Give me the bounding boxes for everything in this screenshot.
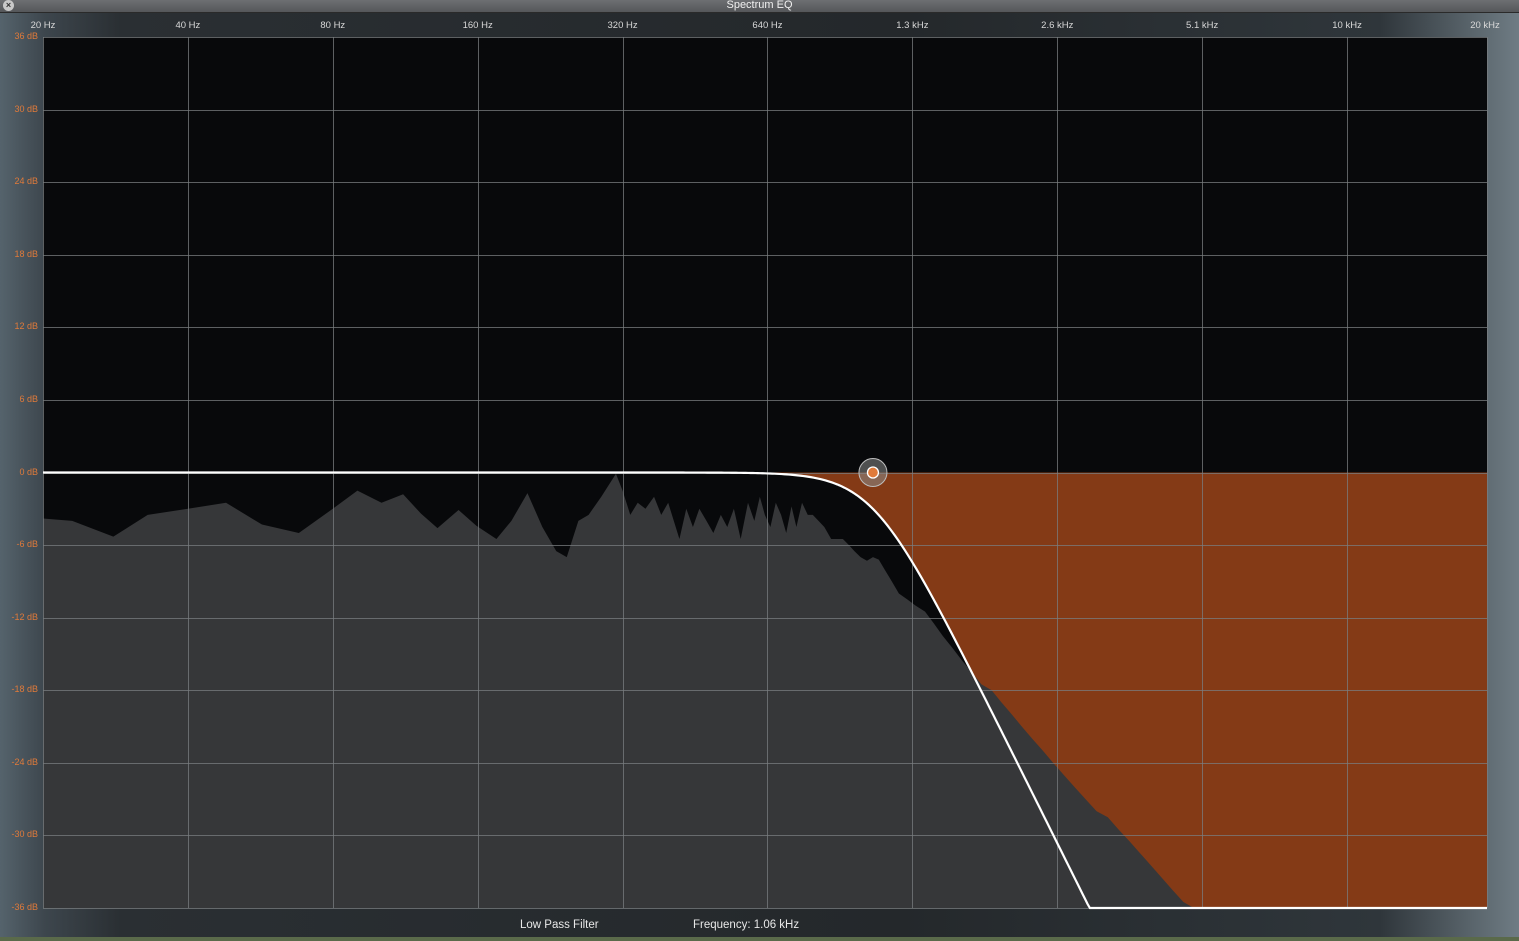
bottom-edge [0,937,1519,941]
filter-handle[interactable] [866,466,880,479]
eq-graph[interactable] [0,0,1519,941]
spectrum-eq-window: × Spectrum EQ 20 Hz 40 Hz 80 Hz 160 Hz 320 H… [0,0,1519,941]
filter-type-label: Low Pass Filter [520,919,599,931]
frequency-readout: Frequency: 1.06 kHz [693,919,800,931]
